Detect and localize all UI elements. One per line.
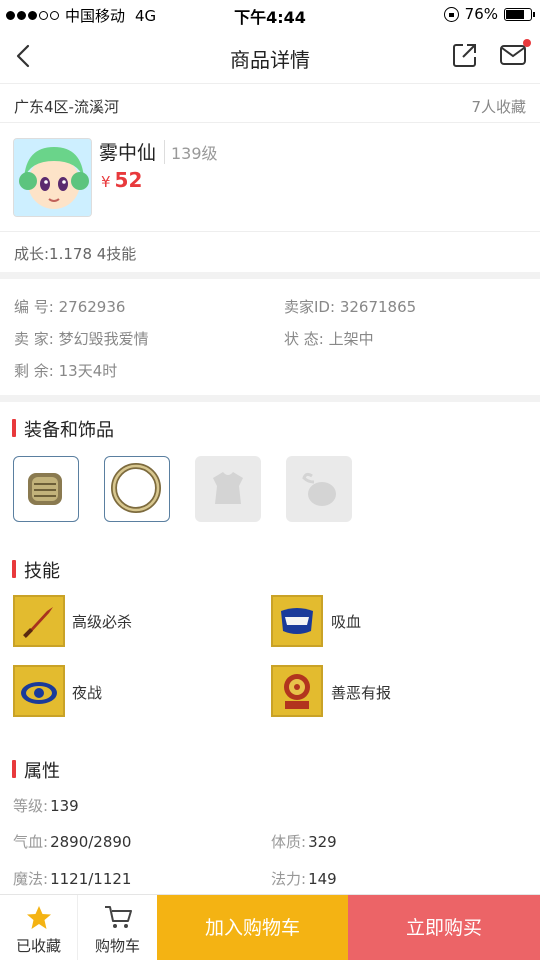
wheel-icon[interactable] [271, 665, 323, 717]
battery-percent: 76% [464, 5, 498, 23]
cart-label: 购物车 [94, 937, 140, 955]
section-divider [0, 395, 540, 402]
pet-level: 139级 [164, 140, 218, 164]
attr-value: 139 [50, 797, 79, 815]
favorite-button[interactable]: 已收藏 [0, 895, 78, 960]
notification-dot [523, 39, 531, 47]
section-divider [0, 272, 540, 279]
rotation-lock-icon [443, 6, 459, 22]
attr-label: 法力: [271, 870, 307, 888]
attr-level: 等级: 139 [13, 795, 79, 816]
skills-section-title: 技能 [12, 557, 60, 583]
bracer-icon[interactable] [13, 456, 79, 522]
attr-mp: 魔法: 1121/1121 [13, 868, 131, 889]
server-name: 广东4区-流溪河 [14, 98, 119, 116]
armor-placeholder-icon[interactable] [195, 456, 261, 522]
skill-name: 善恶有报 [331, 684, 392, 702]
pet-avatar[interactable] [13, 138, 92, 217]
server-row: 广东4区-流溪河 7人收藏 [0, 85, 540, 123]
star-icon [27, 906, 51, 929]
attr-value: 329 [308, 833, 337, 851]
attr-label: 气血: [13, 833, 49, 851]
attr-label: 等级: [13, 797, 49, 815]
ring-icon[interactable] [104, 456, 170, 522]
attributes-section-title: 属性 [12, 757, 60, 783]
pouch-placeholder-icon[interactable] [286, 456, 352, 522]
seller-id-value: 32671865 [339, 298, 417, 316]
attr-label: 魔法: [13, 870, 49, 888]
seller-label: 卖 家: [14, 330, 54, 348]
growth-info: 成长:1.178 4技能 [14, 245, 137, 263]
favorite-count: 7人收藏 [471, 98, 526, 116]
listing-status: 状 态: 上架中 [284, 328, 374, 349]
remaining-time: 剩 余: 13天4时 [14, 360, 117, 381]
share-icon[interactable] [451, 41, 479, 69]
cart-button[interactable]: 购物车 [78, 895, 157, 960]
listing-info: 编 号: 2762936 卖家ID: 32671865 卖 家: 梦幻毁我爱情 … [0, 280, 540, 395]
skill-name: 夜战 [72, 684, 103, 702]
attr-value: 2890/2890 [50, 833, 132, 851]
equipment-section-title: 装备和饰品 [12, 416, 114, 442]
attr-magic: 法力: 149 [271, 868, 337, 889]
price: ¥52 [101, 168, 142, 192]
status-bar: 中国移动 4G 下午4:44 76% [0, 0, 540, 28]
listing-id: 编 号: 2762936 [14, 296, 125, 317]
status-label: 状 态: [284, 330, 324, 348]
mail-icon[interactable] [499, 39, 531, 69]
skill-name: 吸血 [331, 613, 362, 631]
price-value: 52 [114, 168, 143, 192]
eye-icon[interactable] [13, 665, 65, 717]
attr-label: 体质: [271, 833, 307, 851]
remaining-value: 13天4时 [58, 362, 118, 380]
attr-hp: 气血: 2890/2890 [13, 831, 131, 852]
remaining-label: 剩 余: [14, 362, 54, 380]
product-summary: 雾中仙 139级 ¥52 [0, 124, 540, 232]
seller: 卖 家: 梦幻毁我爱情 [14, 328, 149, 349]
skill-name: 高级必杀 [72, 613, 133, 631]
pet-name: 雾中仙 [99, 142, 157, 164]
add-to-cart-button[interactable]: 加入购物车 [157, 895, 348, 960]
favorite-label: 已收藏 [15, 937, 61, 955]
listing-id-value: 2762936 [58, 298, 126, 316]
listing-id-label: 编 号: [14, 298, 54, 316]
attr-value: 149 [308, 870, 337, 888]
seller-value: 梦幻毁我爱情 [58, 330, 149, 348]
currency-symbol: ¥ [101, 173, 111, 191]
buy-now-button[interactable]: 立即购买 [348, 895, 540, 960]
attr-constitution: 体质: 329 [271, 831, 337, 852]
status-value: 上架中 [328, 330, 374, 348]
fang-icon[interactable] [271, 595, 323, 647]
sword-icon[interactable] [13, 595, 65, 647]
seller-id: 卖家ID: 32671865 [284, 296, 416, 317]
status-right: 76% [443, 5, 535, 23]
seller-id-label: 卖家ID: [284, 298, 336, 316]
attr-value: 1121/1121 [50, 870, 132, 888]
cart-icon [105, 906, 132, 928]
bottom-action-bar: 已收藏 购物车 加入购物车 立即购买 [0, 894, 540, 960]
navigation-bar: 商品详情 [0, 28, 540, 84]
battery-icon [504, 7, 535, 21]
